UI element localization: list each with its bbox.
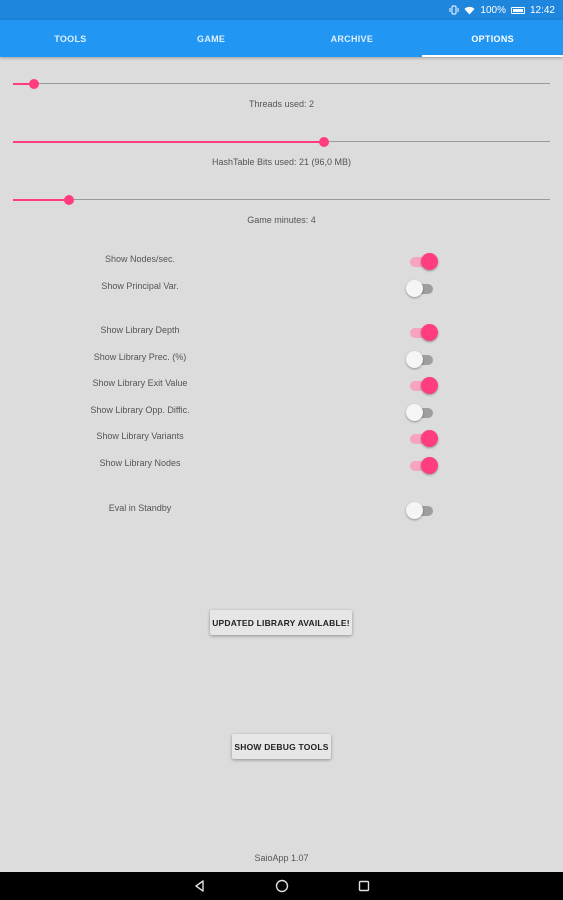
row-show-library-exit-value: Show Library Exit Value (0, 375, 563, 395)
eval-standby-switch[interactable] (406, 500, 436, 520)
tab-tools[interactable]: TOOLS (0, 20, 141, 57)
slider-track (13, 199, 550, 200)
slider-fill (13, 141, 325, 143)
slider-track (13, 83, 550, 84)
show-library-depth-label: Show Library Depth (100, 325, 180, 335)
row-show-principal-var: Show Principal Var. (0, 278, 563, 298)
row-show-library-nodes: Show Library Nodes (0, 455, 563, 475)
eval-standby-label: Eval in Standby (108, 503, 172, 513)
row-show-library-opp-diffic: Show Library Opp. Diffic. (0, 402, 563, 422)
show-library-nodes-switch[interactable] (406, 455, 438, 475)
row-show-library-depth: Show Library Depth (0, 322, 563, 342)
tab-bar: TOOLS GAME ARCHIVE OPTIONS (0, 20, 563, 57)
hashtable-slider[interactable] (13, 135, 550, 149)
back-icon[interactable] (159, 872, 241, 900)
row-eval-standby: Eval in Standby (0, 500, 563, 520)
recents-icon[interactable] (323, 872, 405, 900)
row-show-library-variants: Show Library Variants (0, 428, 563, 448)
slider-fill (13, 199, 70, 201)
tab-archive[interactable]: ARCHIVE (282, 20, 423, 57)
updated-library-button[interactable]: UPDATED LIBRARY AVAILABLE! (210, 610, 352, 635)
show-library-opp-diffic-label: Show Library Opp. Diffic. (90, 405, 190, 415)
home-icon[interactable] (241, 872, 323, 900)
game-minutes-slider[interactable] (13, 193, 550, 207)
battery-percent: 100% (480, 4, 506, 16)
slider-thumb[interactable] (29, 79, 40, 89)
navigation-bar (0, 872, 563, 900)
tab-options[interactable]: OPTIONS (422, 20, 563, 57)
hashtable-label: HashTable Bits used: 21 (96,0 MB) (211, 157, 352, 167)
battery-icon (510, 6, 525, 14)
slider-thumb[interactable] (319, 137, 330, 147)
wifi-icon (464, 6, 475, 15)
show-library-nodes-label: Show Library Nodes (99, 458, 181, 468)
status-bar: 100% 12:42 (0, 0, 563, 20)
show-library-prec-switch[interactable] (406, 349, 436, 369)
show-library-prec-label: Show Library Prec. (%) (93, 352, 187, 362)
show-nodes-sec-label: Show Nodes/sec. (104, 254, 176, 264)
show-library-exit-value-label: Show Library Exit Value (92, 378, 188, 388)
show-library-depth-switch[interactable] (406, 322, 438, 342)
vibrate-icon (449, 5, 459, 15)
show-library-exit-value-switch[interactable] (406, 375, 438, 395)
threads-slider[interactable] (13, 77, 550, 91)
row-show-nodes-sec: Show Nodes/sec. (0, 251, 563, 271)
show-nodes-sec-switch[interactable] (406, 251, 438, 271)
tab-game[interactable]: GAME (141, 20, 282, 57)
show-principal-var-switch[interactable] (406, 278, 436, 298)
game-minutes-label: Game minutes: 4 (247, 215, 316, 225)
slider-thumb[interactable] (64, 195, 75, 205)
show-debug-tools-button[interactable]: SHOW DEBUG TOOLS (232, 734, 331, 759)
show-library-variants-label: Show Library Variants (96, 431, 184, 441)
threads-label: Threads used: 2 (248, 99, 315, 109)
show-principal-var-label: Show Principal Var. (101, 281, 179, 291)
show-library-opp-diffic-switch[interactable] (406, 402, 436, 422)
show-library-variants-switch[interactable] (406, 428, 438, 448)
row-show-library-prec: Show Library Prec. (%) (0, 349, 563, 369)
clock: 12:42 (529, 4, 555, 16)
app-version: SaioApp 1.07 (254, 853, 309, 863)
